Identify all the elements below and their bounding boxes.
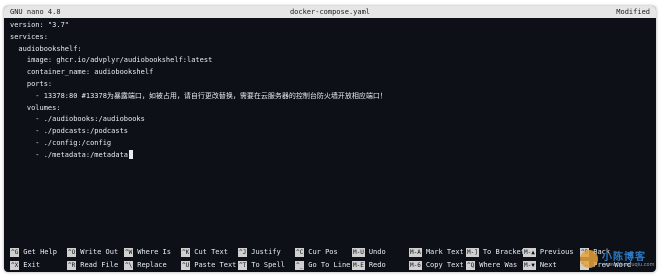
watermark: 小陈博客 www.chenfuqiu.com [580,247,655,273]
shortcut-key: ^J [238,247,248,257]
shortcut-key: ^O [67,247,77,257]
shortcut-copy-text[interactable]: M-6 Copy Text [409,259,464,271]
shortcut-read-file[interactable]: ^R Read File [67,259,118,271]
shortcut-label: Previous [539,248,574,256]
editor-line[interactable]: - ./config:/config [10,138,650,150]
shortcut-key: M-6 [409,260,422,270]
shortcut-key: M-U [352,247,365,257]
shortcut-key: M-▲ [523,247,536,257]
shortcut-key: ^Q [466,260,476,270]
shortcut-label: Next [539,261,557,269]
shortcut-where-is[interactable]: ^W Where Is [124,246,171,258]
shortcut-label: Mark Text [425,248,464,256]
shortcut-key: ^G [10,247,20,257]
editor-line[interactable]: ports: [10,79,650,91]
editor-line-text[interactable]: - ./metadata:/metadata [10,151,128,159]
shortcut-key: ^R [67,260,77,270]
shortcut-label: Where Was [479,261,518,269]
file-name: docker-compose.yaml [289,8,371,16]
shortcut-label: Replace [137,261,167,269]
editor-line[interactable]: image: ghcr.io/advplyr/audiobookshelf:la… [10,55,650,67]
editor-line[interactable]: services: [10,32,650,44]
shortcut-label: Undo [368,248,386,256]
shortcut-label: Cur Pos [308,248,338,256]
shortcut-label: Exit [23,261,41,269]
shortcut-replace[interactable]: ^\ Replace [124,259,167,271]
shortcut-go-to-line[interactable]: ^_ Go To Line [295,259,350,271]
shortcut-label: To Bracket [482,248,525,256]
text-cursor [129,150,134,160]
shortcut-key: ^K [181,247,191,257]
editor-line[interactable]: - ./audiobooks:/audiobooks [10,114,650,126]
editor-line[interactable]: - 13378:80 #13378为暴露端口，如被占用，请自行更改替换，需要在云… [10,91,650,103]
shortcut-write-out[interactable]: ^O Write Out [67,246,118,258]
shortcut-row-1: ^G Get Help ^O Write Out ^W Where Is ^K Cut … [10,246,652,258]
shortcut-label: Paste Text [194,261,237,269]
shortcut-key: M-▼ [523,260,536,270]
nano-titlebar: GNU nano 4.8 docker-compose.yaml Modifie… [4,6,656,18]
editor-line-current[interactable]: - ./metadata:/metadata [10,150,650,162]
shortcut-key: ^U [181,260,191,270]
shortcut-redo[interactable]: M-E Redo [352,259,386,271]
watermark-logo-icon [580,250,598,268]
shortcut-key: M-A [409,247,422,257]
editor-line[interactable]: container_name: audiobookshelf [10,67,650,79]
shortcut-cut-text[interactable]: ^K Cut Text [181,246,228,258]
shortcut-label: To Spell [251,261,285,269]
shortcut-label: Go To Line [308,261,351,269]
shortcut-label: Read File [80,261,119,269]
modified-status: Modified [616,8,650,16]
shortcut-label: Where Is [137,248,171,256]
editor-area[interactable]: version: "3.7" services: audiobookshelf:… [10,20,650,162]
shortcut-key: M-E [352,260,365,270]
shortcut-row-2: ^X Exit ^R Read File ^\ Replace ^U Paste Tex… [10,259,652,271]
shortcut-next[interactable]: M-▼ Next [523,259,557,271]
shortcut-mark-text[interactable]: M-A Mark Text [409,246,464,258]
shortcut-key: ^_ [295,260,305,270]
shortcut-exit[interactable]: ^X Exit [10,259,40,271]
shortcut-label: Write Out [80,248,119,256]
editor-line[interactable]: audiobookshelf: [10,44,650,56]
shortcut-label: Redo [368,261,386,269]
shortcut-key: ^\ [124,260,134,270]
editor-line[interactable]: version: "3.7" [10,20,650,32]
terminal-window: GNU nano 4.8 docker-compose.yaml Modifie… [4,6,656,272]
watermark-title: 小陈博客 [602,252,646,263]
shortcut-to-bracket[interactable]: M-] To Bracket [466,246,525,258]
watermark-subtitle: www.chenfuqiu.com [604,262,655,268]
shortcut-previous[interactable]: M-▲ Previous [523,246,574,258]
shortcut-label: Cut Text [194,248,228,256]
shortcut-key: ^X [10,260,20,270]
shortcut-justify[interactable]: ^J Justify [238,246,281,258]
shortcut-key: ^C [295,247,305,257]
shortcut-label: Copy Text [425,261,464,269]
shortcut-get-help[interactable]: ^G Get Help [10,246,57,258]
shortcut-key: M-] [466,247,479,257]
editor-line[interactable]: volumes: [10,103,650,115]
shortcut-cur-pos[interactable]: ^C Cur Pos [295,246,338,258]
shortcut-label: Get Help [23,248,57,256]
shortcut-paste-text[interactable]: ^U Paste Text [181,259,236,271]
shortcut-key: ^T [238,260,248,270]
shortcut-to-spell[interactable]: ^T To Spell [238,259,285,271]
shortcut-key: ^W [124,247,134,257]
shortcut-where-was[interactable]: ^Q Where Was [466,259,517,271]
shortcut-undo[interactable]: M-U Undo [352,246,386,258]
shortcut-label: Justify [251,248,281,256]
editor-line[interactable]: - ./podcasts:/podcasts [10,126,650,138]
